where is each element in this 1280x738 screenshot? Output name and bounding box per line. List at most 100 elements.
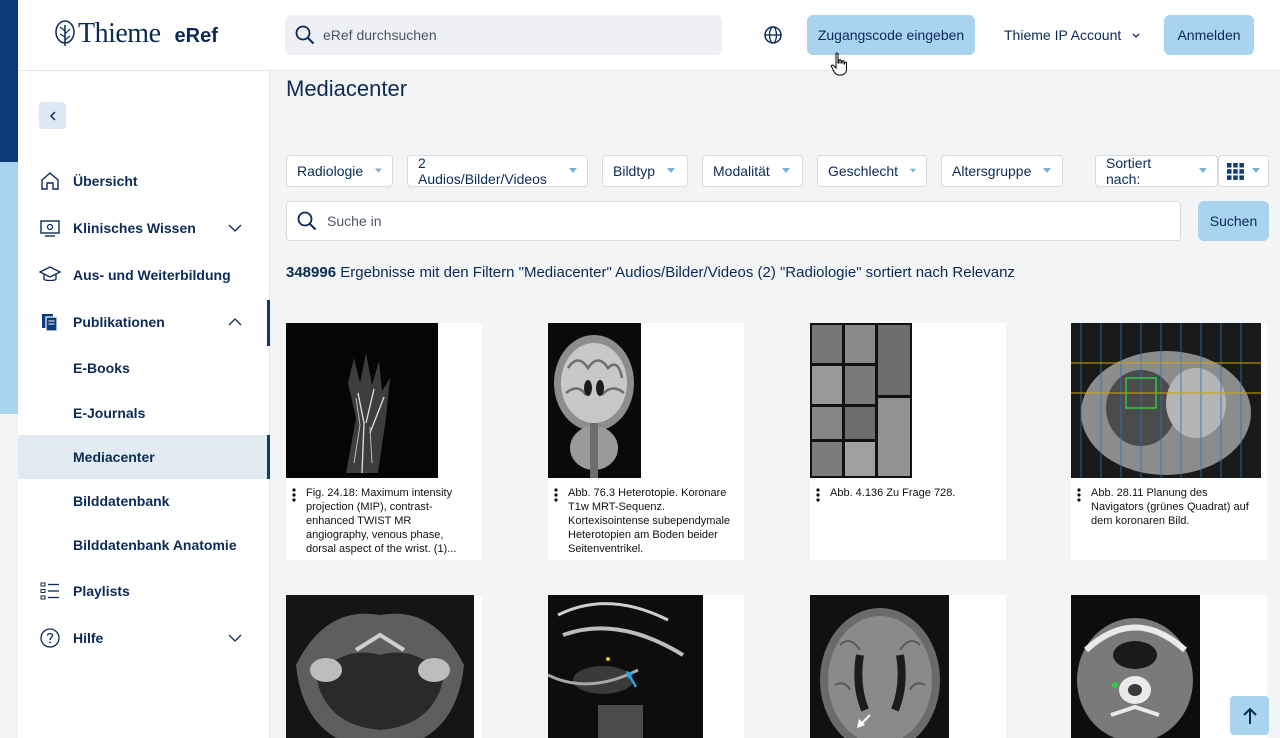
publications-icon: [39, 311, 61, 333]
search-button[interactable]: Suchen: [1198, 201, 1269, 241]
global-search: [285, 15, 722, 55]
filter-label: Geschlecht: [828, 163, 899, 179]
sidebar-item-label: Hilfe: [73, 630, 104, 646]
filter-gender[interactable]: Geschlecht: [817, 155, 927, 187]
search-icon: [295, 25, 315, 45]
filter-label: Modalität: [713, 163, 770, 179]
sort-dropdown[interactable]: Sortiert nach:: [1095, 155, 1218, 187]
media-thumbnail[interactable]: [548, 323, 744, 478]
graduation-cap-icon: [39, 264, 61, 286]
media-caption: Fig. 24.18: Maximum intensity projection…: [286, 478, 482, 560]
sidebar-item-ejournals[interactable]: E-Journals: [18, 391, 270, 435]
caption-text: Fig. 24.18: Maximum intensity projection…: [306, 487, 457, 555]
chevron-down-icon: [1132, 33, 1140, 38]
access-code-button[interactable]: Zugangscode eingeben: [807, 15, 975, 55]
sidebar-item-label: Publikationen: [73, 314, 165, 330]
more-options-icon[interactable]: [1077, 488, 1081, 502]
sidebar: Übersicht Klinisches Wissen Aus- und Wei…: [18, 71, 270, 738]
sort-label: Sortiert nach:: [1106, 155, 1152, 187]
tree-logo-icon: [55, 20, 75, 46]
caret-down-icon: [910, 168, 916, 173]
brand-name: Thieme: [78, 18, 161, 49]
login-button[interactable]: Anmelden: [1164, 15, 1254, 55]
filter-specialty[interactable]: Radiologie: [286, 155, 393, 187]
sidebar-item-help[interactable]: Hilfe: [18, 616, 270, 660]
filter-media-type[interactable]: 2 Audios/Bilder/Videos: [407, 155, 588, 187]
filter-image-type[interactable]: Bildtyp: [602, 155, 688, 187]
media-card[interactable]: Abb. 76.3 Heterotopie. Koronare T1w MRT-…: [548, 323, 744, 560]
results-summary: 348996 Ergebnisse mit den Filtern "Media…: [286, 264, 1015, 281]
media-caption: Abb. 76.3 Heterotopie. Koronare T1w MRT-…: [548, 478, 744, 560]
media-thumbnail[interactable]: [810, 595, 1006, 738]
caret-down-icon: [1043, 168, 1052, 173]
top-header: Thieme eRef Zugangscode eingeben Thieme …: [18, 0, 1280, 76]
sidebar-item-education[interactable]: Aus- und Weiterbildung: [18, 253, 270, 297]
sidebar-item-clinical-knowledge[interactable]: Klinisches Wissen: [18, 206, 270, 250]
hand-cursor-icon: [830, 52, 847, 76]
media-card[interactable]: Abb. 28.11 Planung des Navigators (grüne…: [1071, 323, 1267, 560]
sidebar-item-overview[interactable]: Übersicht: [18, 159, 270, 203]
monitor-icon: [39, 217, 61, 239]
mediacenter-search: [286, 201, 1181, 241]
sidebar-item-playlists[interactable]: Playlists: [18, 569, 270, 613]
media-card[interactable]: [548, 595, 744, 738]
active-section-marker: [267, 300, 270, 346]
help-icon: [39, 627, 61, 649]
sidebar-item-label: Klinisches Wissen: [73, 220, 196, 236]
mediacenter-search-input[interactable]: [327, 213, 1127, 229]
sidebar-item-image-database[interactable]: Bilddatenbank: [18, 479, 270, 523]
more-options-icon[interactable]: [554, 488, 558, 502]
caption-text: Abb. 4.136 Zu Frage 728.: [830, 487, 956, 499]
thieme-logo[interactable]: Thieme eRef: [54, 18, 218, 50]
media-thumbnail[interactable]: [286, 323, 482, 478]
caret-down-icon: [1199, 168, 1207, 173]
caption-text: Abb. 76.3 Heterotopie. Koronare T1w MRT-…: [568, 487, 731, 555]
media-thumbnail[interactable]: [810, 323, 1006, 478]
chevron-down-icon: [228, 224, 242, 232]
caret-down-icon: [781, 168, 790, 173]
sidebar-item-mediacenter[interactable]: Mediacenter: [18, 435, 270, 479]
media-card[interactable]: [810, 595, 1006, 738]
ip-account-dropdown[interactable]: Thieme IP Account: [1004, 27, 1141, 43]
accent-stripe-bottom: [0, 162, 18, 414]
sidebar-item-publications[interactable]: Publikationen: [18, 300, 270, 344]
sidebar-collapse-button[interactable]: [39, 102, 66, 129]
view-toggle[interactable]: [1218, 155, 1269, 187]
filter-modality[interactable]: Modalität: [702, 155, 803, 187]
page-title: Mediacenter: [286, 76, 408, 101]
media-caption: Abb. 28.11 Planung des Navigators (grüne…: [1071, 478, 1267, 560]
more-options-icon[interactable]: [292, 488, 296, 502]
grid-view-icon: [1227, 162, 1244, 180]
media-thumbnail[interactable]: [1071, 323, 1267, 478]
caret-down-icon: [1252, 168, 1260, 173]
ip-account-label: Thieme IP Account: [1004, 27, 1122, 43]
sidebar-item-label: Playlists: [73, 583, 130, 599]
accent-stripe-top: [0, 0, 18, 162]
filter-label: Bildtyp: [613, 163, 656, 179]
filter-age-group[interactable]: Altersgruppe: [941, 155, 1063, 187]
sidebar-item-anatomy-database[interactable]: Bilddatenbank Anatomie: [18, 523, 270, 567]
media-card[interactable]: Abb. 4.136 Zu Frage 728.: [810, 323, 1006, 560]
media-thumbnail[interactable]: [548, 595, 744, 738]
global-search-input[interactable]: [323, 27, 703, 43]
chevron-left-icon: [49, 110, 56, 121]
arrow-up-icon: [1242, 707, 1257, 724]
more-options-icon[interactable]: [816, 488, 820, 502]
sidebar-item-label: Mediacenter: [73, 449, 155, 465]
results-count: 348996: [286, 264, 337, 281]
scroll-to-top-button[interactable]: [1230, 696, 1269, 735]
media-card[interactable]: Fig. 24.18: Maximum intensity projection…: [286, 323, 482, 560]
caret-down-icon: [667, 168, 676, 173]
media-caption: Abb. 4.136 Zu Frage 728.: [810, 478, 1006, 560]
sidebar-item-label: E-Books: [73, 360, 130, 376]
home-icon: [39, 170, 61, 192]
filter-label: Altersgruppe: [952, 163, 1032, 179]
sidebar-item-ebooks[interactable]: E-Books: [18, 346, 270, 390]
filter-label: Radiologie: [297, 163, 364, 179]
globe-icon[interactable]: [763, 25, 783, 45]
media-thumbnail[interactable]: [286, 595, 482, 738]
caret-down-icon: [375, 168, 382, 173]
caption-text: Abb. 28.11 Planung des Navigators (grüne…: [1091, 487, 1249, 527]
media-card[interactable]: [286, 595, 482, 738]
caret-down-icon: [569, 168, 577, 173]
